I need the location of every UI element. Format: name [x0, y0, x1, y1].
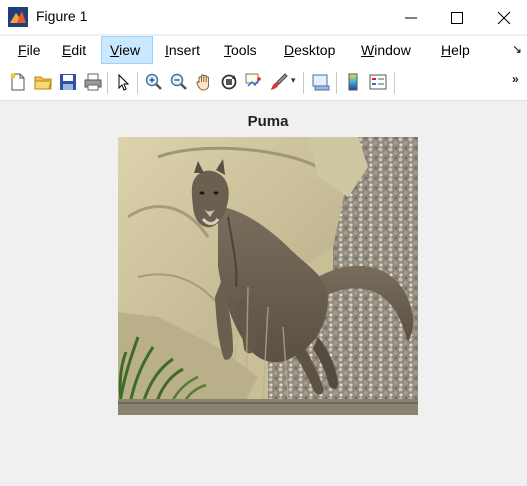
- link-plot-icon[interactable]: [311, 72, 331, 92]
- puma-image: [118, 137, 418, 415]
- menu-insert[interactable]: Insert: [157, 36, 208, 64]
- zoom-out-icon[interactable]: [169, 72, 189, 92]
- open-file-icon[interactable]: [33, 72, 53, 92]
- menu-window[interactable]: Window: [353, 36, 419, 64]
- menu-tools[interactable]: Tools: [216, 36, 265, 64]
- maximize-button[interactable]: [434, 0, 480, 34]
- menu-view[interactable]: View: [101, 36, 153, 64]
- minimize-icon: [405, 17, 417, 19]
- toolbar-separator: [137, 72, 138, 94]
- menu-desktop[interactable]: Desktop: [276, 36, 343, 64]
- toolbar-overflow-button[interactable]: »: [512, 72, 519, 86]
- window-title: Figure 1: [36, 8, 88, 24]
- data-cursor-icon[interactable]: [244, 72, 264, 92]
- new-figure-icon[interactable]: [8, 72, 28, 92]
- maximize-icon: [451, 12, 463, 24]
- minimize-button[interactable]: [388, 0, 434, 34]
- menu-file[interactable]: File: [10, 36, 49, 64]
- legend-icon[interactable]: [368, 72, 388, 92]
- pointer-icon[interactable]: [113, 72, 133, 92]
- menu-bar: File Edit View Insert Tools Desktop Wind…: [0, 36, 527, 64]
- menu-help[interactable]: Help: [433, 36, 478, 64]
- menu-edit[interactable]: Edit: [54, 36, 94, 64]
- toolbar-separator: [107, 72, 108, 94]
- toolbar-separator: [303, 72, 304, 94]
- close-icon: [497, 11, 511, 25]
- figure-toolbar: ▾ »: [0, 64, 527, 101]
- brush-icon[interactable]: [269, 72, 289, 92]
- rotate-3d-icon[interactable]: [219, 72, 239, 92]
- brush-dropdown-icon[interactable]: ▾: [291, 75, 296, 86]
- zoom-in-icon[interactable]: [144, 72, 164, 92]
- pan-icon[interactable]: [194, 72, 214, 92]
- matlab-figure-icon: [8, 7, 28, 27]
- toolbar-separator: [394, 72, 395, 94]
- colorbar-icon[interactable]: [343, 72, 363, 92]
- close-button[interactable]: [481, 0, 527, 34]
- title-bar: Figure 1: [0, 0, 527, 34]
- menu-overflow-arrow[interactable]: ↘: [512, 42, 522, 56]
- axes-title: Puma: [247, 113, 289, 130]
- toolbar-separator: [336, 72, 337, 94]
- save-icon[interactable]: [58, 72, 78, 92]
- print-icon[interactable]: [83, 72, 103, 92]
